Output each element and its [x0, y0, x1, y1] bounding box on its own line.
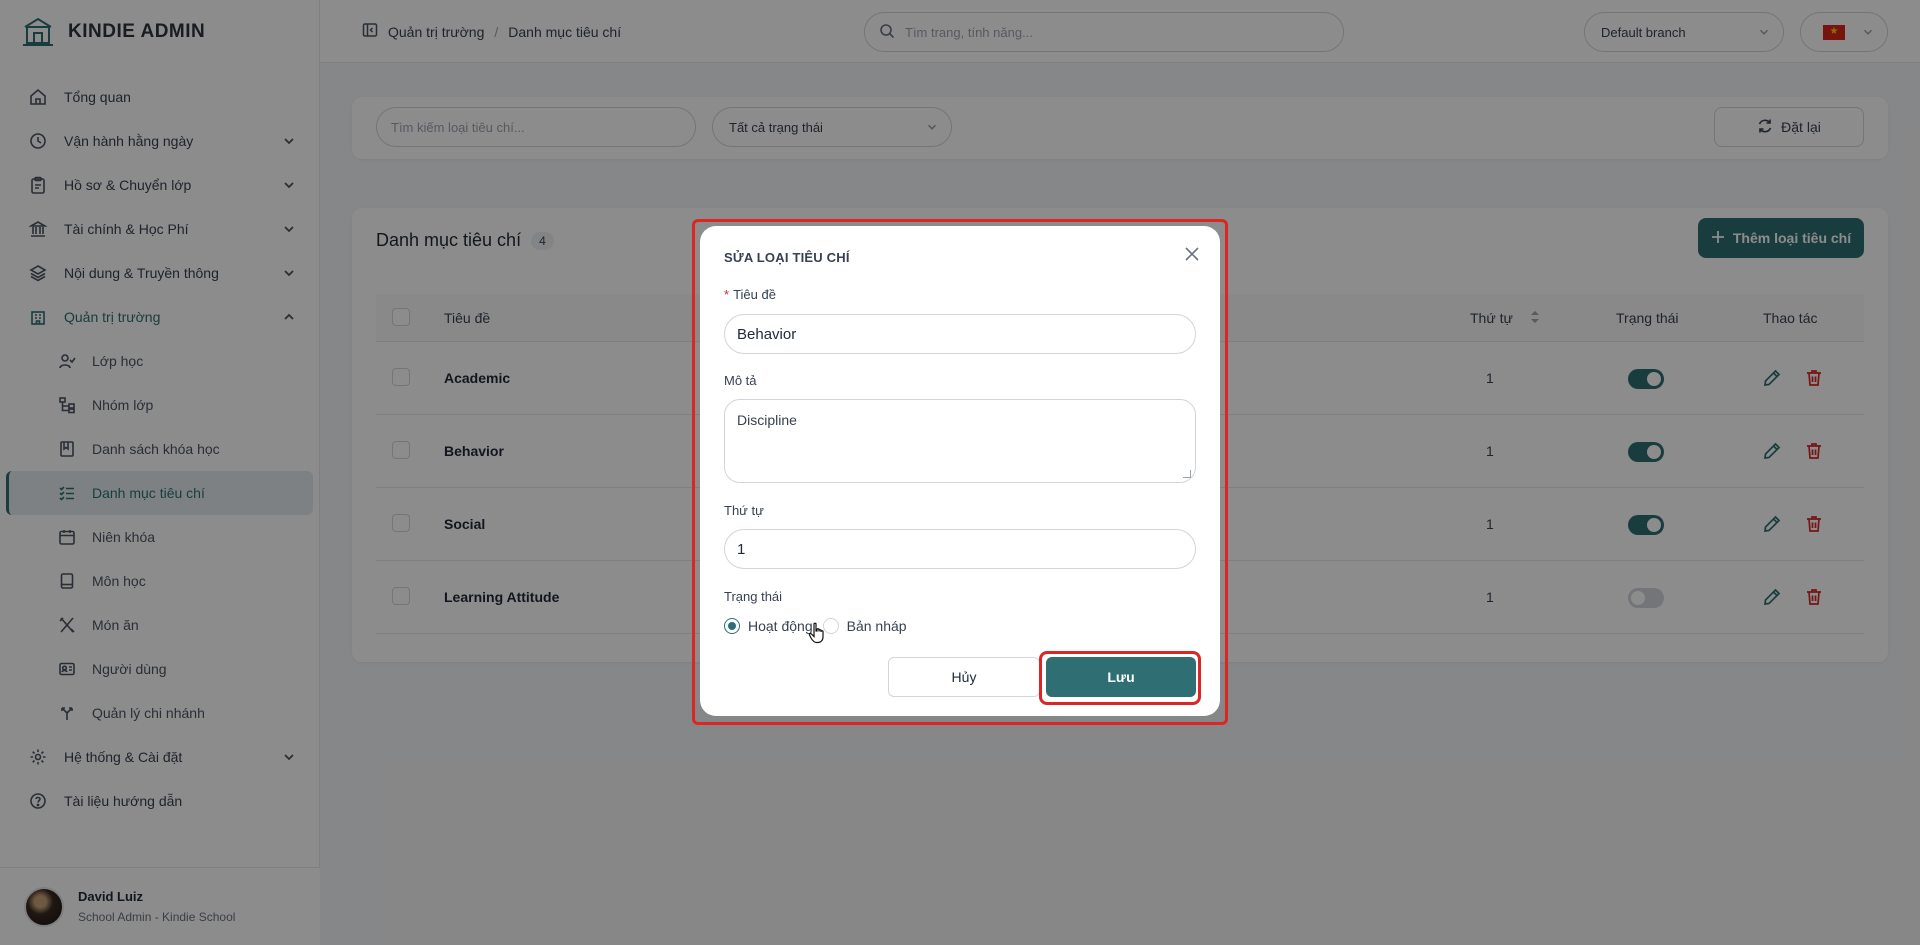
radio-active-label[interactable]: Hoạt động — [748, 618, 813, 634]
save-highlight-frame — [1039, 651, 1201, 705]
close-icon[interactable] — [1182, 244, 1202, 264]
order-input[interactable]: 1 — [724, 529, 1196, 569]
required-mark: * — [724, 287, 730, 302]
hand-cursor-icon — [808, 622, 826, 644]
radio-draft-label[interactable]: Bản nháp — [847, 618, 907, 634]
title-label-text: Tiêu đề — [733, 287, 776, 302]
resize-handle-icon[interactable] — [1183, 470, 1191, 478]
description-textarea[interactable]: Discipline — [724, 399, 1196, 483]
status-field-label: Trạng thái — [724, 589, 783, 604]
description-field-label: Mô tả — [724, 373, 757, 388]
modal-title: SỬA LOẠI TIÊU CHÍ — [724, 250, 850, 265]
radio-active[interactable] — [724, 618, 740, 634]
description-value: Discipline — [737, 412, 797, 428]
edit-criteria-modal: SỬA LOẠI TIÊU CHÍ * Tiêu đề Behavior Mô t… — [700, 226, 1220, 716]
title-input[interactable]: Behavior — [724, 314, 1196, 354]
cancel-button[interactable]: Hủy — [888, 657, 1040, 697]
order-input-value: 1 — [737, 540, 746, 558]
title-input-value: Behavior — [737, 325, 797, 343]
order-field-label: Thứ tự — [724, 503, 764, 518]
title-field-label: * Tiêu đề — [724, 287, 776, 302]
